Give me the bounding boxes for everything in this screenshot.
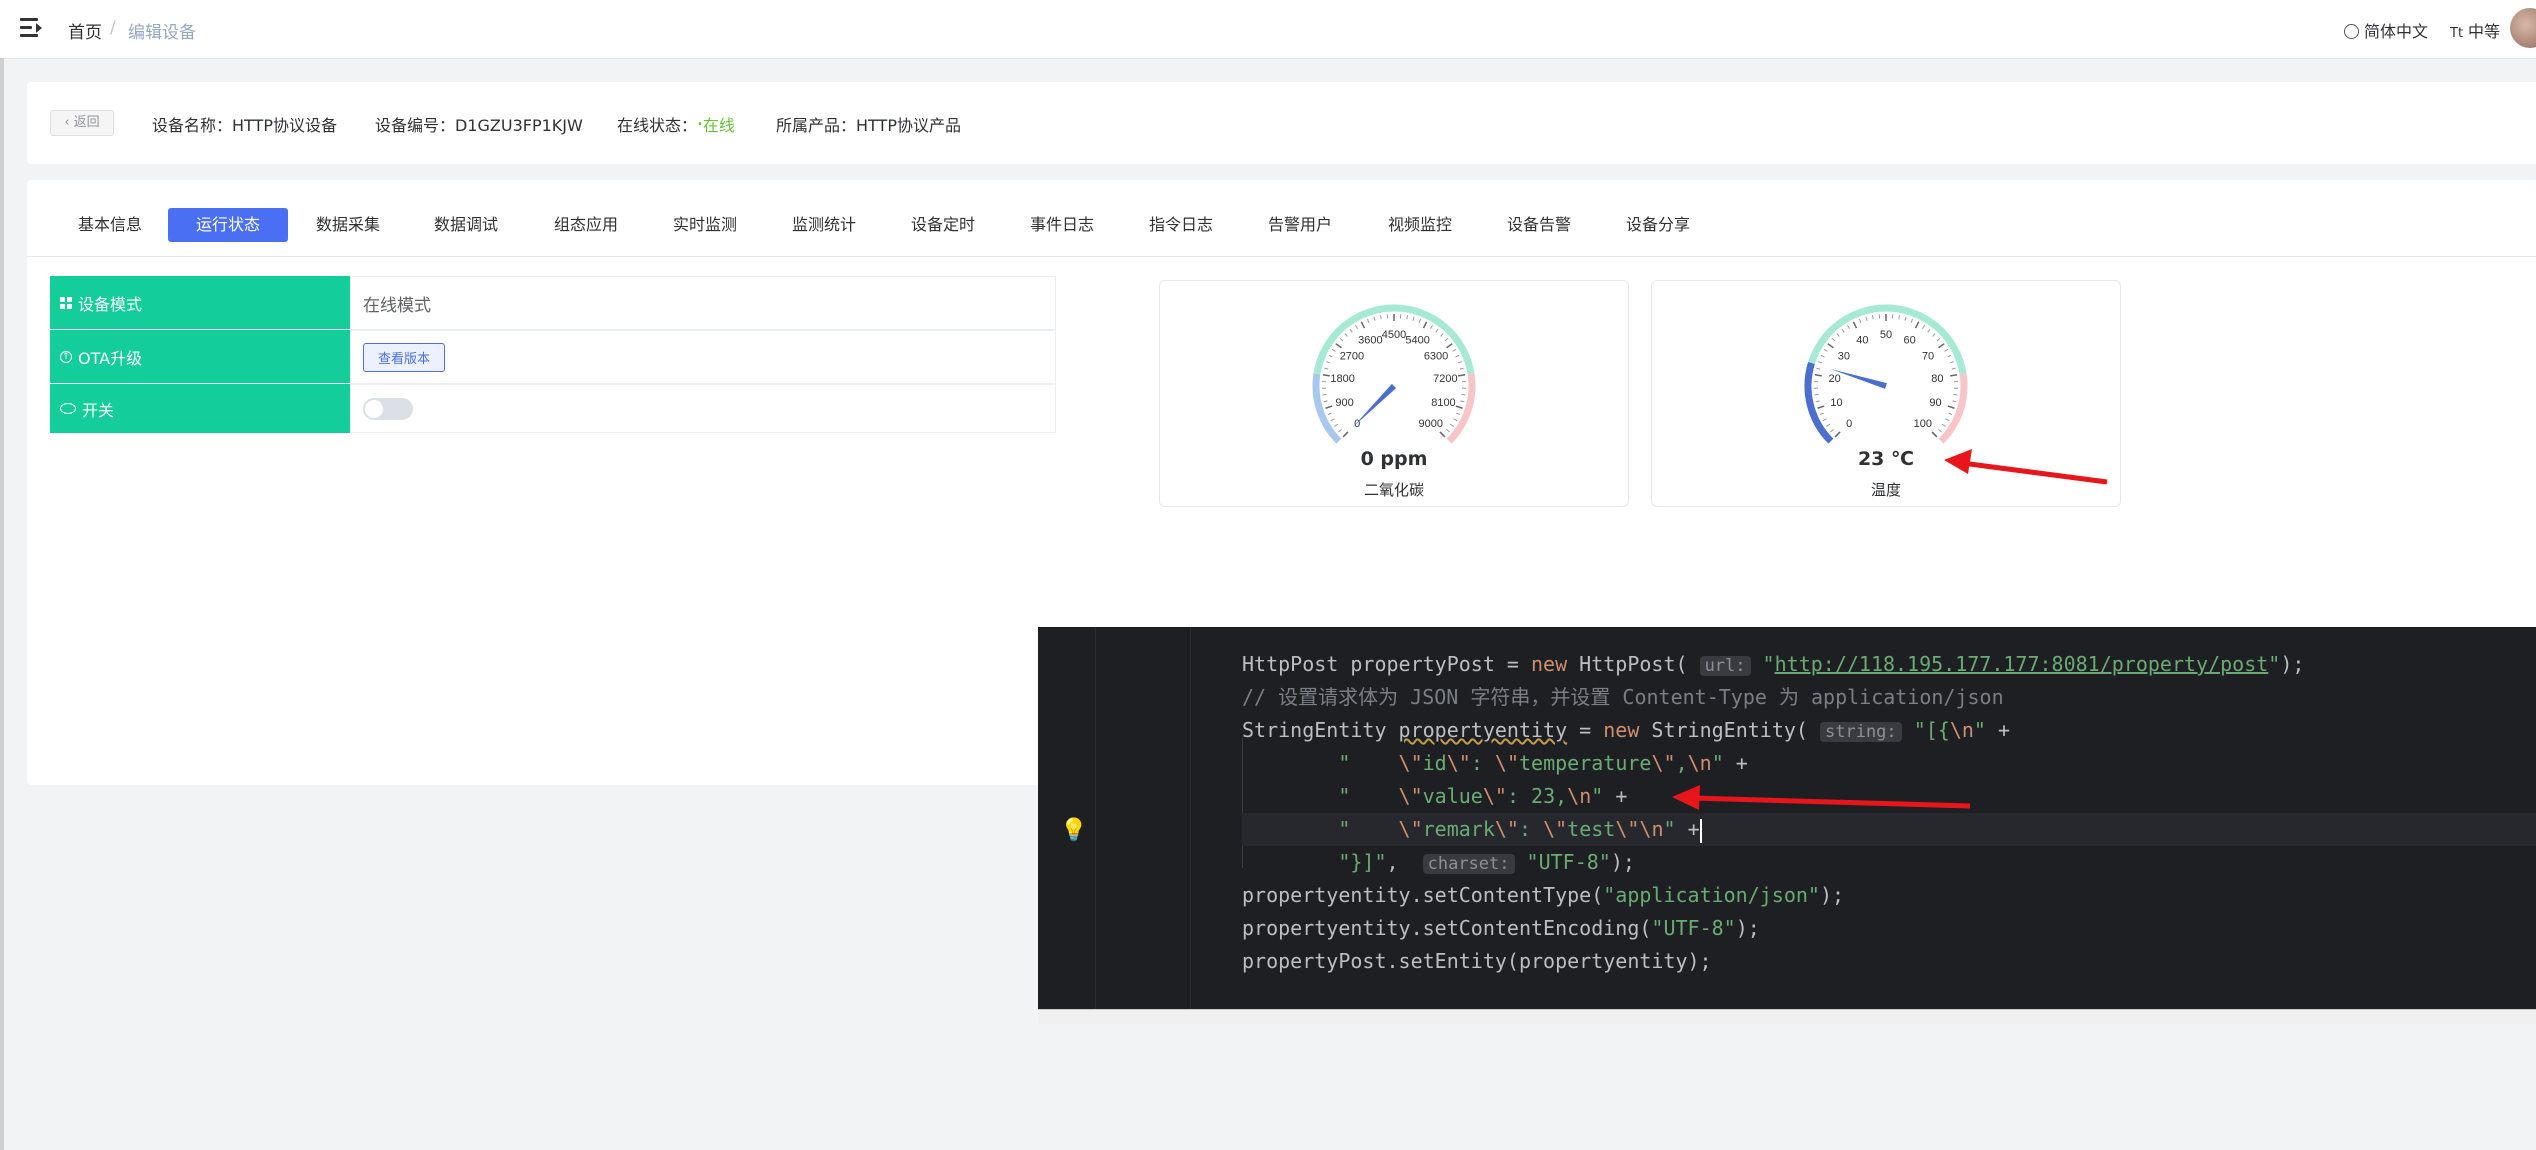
arrow-to-value-line [1672,785,1971,810]
arrow-to-temperature [1944,449,2108,485]
annotation-arrows [1672,449,2108,810]
